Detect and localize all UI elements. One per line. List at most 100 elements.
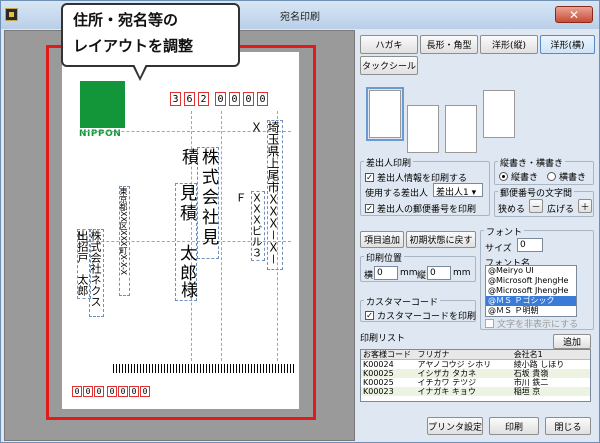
column-header[interactable]: お客様コード <box>361 350 416 359</box>
sender-zip-digit[interactable]: 0 <box>140 386 150 397</box>
add-item-button[interactable]: 項目追加 <box>360 231 404 248</box>
template-thumbnail[interactable] <box>445 105 477 153</box>
v-position-input[interactable]: 0 <box>427 266 451 280</box>
format-tack-seal-button[interactable]: タックシール <box>360 56 418 75</box>
narrow-button[interactable]: － <box>529 199 543 213</box>
vertical-radio[interactable]: 縦書き <box>499 170 538 183</box>
checkbox-label: 文字を非表示にする <box>497 320 579 330</box>
sender-name[interactable]: 出招戸 太郎 <box>76 229 91 299</box>
table-row[interactable]: K00025 イシザカ タカネ 石坂 貴嶺 <box>361 369 590 378</box>
sender-select[interactable]: 差出人1 ▾ <box>433 183 483 198</box>
font-list[interactable]: @Meiryo UI @Microsoft JhengHe @Microsoft… <box>485 265 577 317</box>
print-button[interactable]: 印刷 <box>489 417 539 435</box>
table-cell: K00024 <box>363 360 394 369</box>
reset-button[interactable]: 初期状態に戻す <box>406 231 476 248</box>
unit-label: mm <box>400 268 418 278</box>
table-header: お客様コード フリガナ 会社名1 <box>361 350 590 360</box>
sender-zip-digit[interactable]: 0 <box>129 386 139 397</box>
format-long-button[interactable]: 長形・角型 <box>420 35 478 54</box>
print-sender-zip-checkbox[interactable]: ✓ 差出人の郵便番号を印刷 <box>365 202 476 215</box>
group-label: カスタマーコード <box>364 295 441 308</box>
table-row[interactable]: K00024 アヤノコウジ シホリ 綾小路 しほり <box>361 360 590 369</box>
zip-digit[interactable]: 0 <box>257 92 268 106</box>
group-label: フォント <box>484 225 525 238</box>
checkbox-label: カスタマーコードを印刷 <box>377 312 477 322</box>
sender-select-row: 使用する差出人 <box>365 186 428 199</box>
font-size-label: サイズ <box>485 244 512 254</box>
table-row[interactable]: K00023 イナガキ キョウ 稲垣 京 <box>361 387 590 396</box>
unit-label: mm <box>453 268 471 278</box>
format-western-vertical-button[interactable]: 洋形(縦) <box>480 35 538 54</box>
callout-line: レイアウトを調整 <box>73 37 194 55</box>
format-western-horizontal-button[interactable]: 洋形(横) <box>540 35 595 54</box>
horizontal-radio[interactable]: 横書き <box>547 170 586 183</box>
zip-digit[interactable]: 0 <box>243 92 254 106</box>
template-thumbnail[interactable] <box>483 90 515 138</box>
template-thumbnail[interactable] <box>407 105 439 153</box>
recipient-building[interactable]: ＸＸＸビル３Ｆ <box>234 191 265 261</box>
table-cell: 稲垣 京 <box>513 387 541 396</box>
table-cell: イシザカ タカネ <box>417 369 477 378</box>
customer-code-checkbox[interactable]: ✓ カスタマーコードを印刷 <box>365 309 476 322</box>
font-item[interactable]: @ＭＳ Ｐ明朝 <box>486 306 576 316</box>
table-cell: アヤノコウジ シホリ <box>417 360 492 369</box>
zip-digit[interactable]: 3 <box>170 92 181 106</box>
font-item-selected[interactable]: @ＭＳ Ｐゴシック <box>486 296 576 306</box>
table-cell: K00025 <box>363 378 394 387</box>
group-label: 郵便番号の文字間 <box>498 186 575 199</box>
recipient-honorific[interactable]: 様 <box>175 281 197 307</box>
callout-bubble: 住所・宛名等の レイアウトを調整 <box>61 3 240 67</box>
zip-digit[interactable]: 2 <box>198 92 209 106</box>
add-button[interactable]: 追加 <box>553 334 591 349</box>
sender-zip-digit[interactable]: 0 <box>118 386 128 397</box>
sender-zip-digit[interactable]: 0 <box>94 386 104 397</box>
window-title: 宛名印刷 <box>280 11 320 23</box>
sender-zip-digit[interactable]: 0 <box>107 386 117 397</box>
group-label: 印刷位置 <box>364 251 405 264</box>
checkbox-label: 差出人の郵便番号を印刷 <box>377 205 477 215</box>
h-position-input[interactable]: 0 <box>374 266 398 280</box>
customer-barcode <box>113 364 294 373</box>
zip-digit[interactable]: 0 <box>229 92 240 106</box>
table-cell: K00023 <box>363 387 394 396</box>
table-cell: K00025 <box>363 369 394 378</box>
zip-digit[interactable]: 6 <box>184 92 195 106</box>
table-cell: 綾小路 しほり <box>513 360 565 369</box>
guide-line <box>221 111 222 361</box>
table-cell: イチカワ テツジ <box>417 378 477 387</box>
callout-tail-fill <box>134 64 146 77</box>
callout-line: 住所・宛名等の <box>73 11 179 29</box>
recipient-address[interactable]: 埼玉県上尾市ＸＸＸ－Ｘ－Ｘ <box>249 120 283 270</box>
font-item[interactable]: @Microsoft JhengHe <box>486 286 576 296</box>
table-row[interactable]: K00025 イチカワ テツジ 市川 鉄二 <box>361 378 590 387</box>
font-item[interactable]: @Meiryo UI <box>486 266 576 276</box>
table-cell: イナガキ キョウ <box>417 387 476 396</box>
sender-company[interactable]: 株式会社ネクスト <box>73 229 104 317</box>
column-header[interactable]: 会社名1 <box>512 350 590 359</box>
app-window: 宛名印刷 ✕ NIPPON 3 6 2 0 0 0 0 埼玉県上尾市ＸＸＸ－Ｘ－… <box>0 0 600 443</box>
hide-text-checkbox[interactable]: 文字を非表示にする <box>485 317 578 330</box>
close-window-button[interactable]: ✕ <box>555 6 593 23</box>
group-label: 縦書き・横書き <box>498 156 566 169</box>
zip-digit[interactable]: 0 <box>215 92 226 106</box>
font-size-input[interactable]: 0 <box>517 238 543 252</box>
table-cell: 市川 鉄二 <box>513 378 549 387</box>
format-hagaki-button[interactable]: ハガキ <box>360 35 418 54</box>
sender-zip-digit[interactable]: 0 <box>72 386 82 397</box>
printer-settings-button[interactable]: プリンタ設定 <box>427 417 483 435</box>
app-icon <box>5 8 18 21</box>
font-item[interactable]: @Microsoft JhengHe <box>486 276 576 286</box>
radio-label: 横書き <box>559 173 587 183</box>
column-header[interactable]: フリガナ <box>416 350 512 359</box>
v-label: 縦 <box>417 271 427 281</box>
recipient-company[interactable]: 株式会社見積 <box>178 147 219 259</box>
close-button[interactable]: 閉じる <box>545 417 591 435</box>
group-label: 差出人印刷 <box>364 156 414 169</box>
template-thumbnail[interactable] <box>366 87 404 141</box>
sender-zip-digit[interactable]: 0 <box>83 386 93 397</box>
settings-panel: ハガキ 長形・角型 洋形(縦) 洋形(横) タックシール 差出人印刷 ✓ 差出人情… <box>357 30 597 441</box>
print-list-table: お客様コード フリガナ 会社名1 K00024 アヤノコウジ シホリ 綾小路 しほり… <box>360 349 591 402</box>
company-logo <box>80 81 125 128</box>
wide-button[interactable]: ＋ <box>578 199 592 213</box>
sender-address[interactable]: 東京都XX区XXX町X-X-X <box>119 186 130 296</box>
